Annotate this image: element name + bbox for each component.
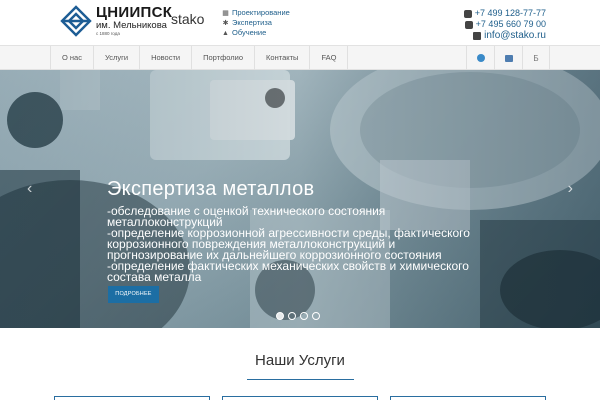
header-contacts: +7 499 128-77-77 +7 495 660 79 00 info@s… (463, 8, 546, 41)
social-behance[interactable]: Б (522, 46, 550, 70)
link-training[interactable]: ▲ Обучение (222, 28, 290, 38)
logo-mark-icon (60, 5, 92, 37)
phone-1[interactable]: +7 499 128-77-77 (463, 8, 546, 19)
behance-icon: Б (533, 53, 539, 63)
social-links: Б (466, 46, 550, 70)
nav-item-services[interactable]: Услуги (94, 46, 141, 70)
slide-line: состава металла (107, 270, 202, 284)
site-header: ЦНИИПСК им. Мельникова с 1880 года stako… (0, 0, 600, 45)
header-links: ▦ Проектирование ✱ Экспертиза ▲ Обучение (222, 8, 290, 38)
phone-2[interactable]: +7 495 660 79 00 (464, 19, 546, 30)
slide-title: Экспертиза металлов (107, 178, 315, 200)
nav-item-contacts[interactable]: Контакты (255, 46, 311, 70)
email-link[interactable]: info@stako.ru (464, 30, 546, 41)
building-icon: ▦ (222, 9, 229, 17)
logo-subtitle: им. Мельникова (96, 20, 167, 31)
nav-item-portfolio[interactable]: Портфолио (192, 46, 256, 70)
phone-icon (463, 9, 472, 18)
main-nav: О нас Услуги Новости Портфолио Контакты … (0, 45, 600, 70)
social-vk[interactable] (494, 46, 522, 70)
hero-slider: ‹ › Экспертиза металлов -обследование с … (0, 70, 600, 328)
link-training-label: Обучение (232, 28, 267, 37)
slider-dot-4[interactable] (312, 312, 320, 320)
graduation-cap-icon: ▲ (222, 29, 229, 37)
nav-item-news[interactable]: Новости (140, 46, 193, 70)
link-design[interactable]: ▦ Проектирование (222, 8, 290, 18)
service-card[interactable] (390, 396, 546, 400)
link-design-label: Проектирование (232, 8, 290, 17)
slider-dots (276, 312, 324, 320)
phone-2-text: +7 495 660 79 00 (475, 19, 546, 29)
nav-item-about[interactable]: О нас (50, 46, 94, 70)
logo-title: ЦНИИПСК (96, 4, 173, 21)
service-card[interactable] (222, 396, 378, 400)
phone-1-text: +7 499 128-77-77 (474, 8, 546, 18)
slide-description: -обследование с оценкой технического сос… (107, 205, 487, 284)
social-telegram[interactable] (466, 46, 494, 70)
slider-prev-arrow[interactable]: ‹ (27, 180, 32, 198)
nav-item-faq[interactable]: FAQ (310, 46, 349, 70)
gear-icon: ✱ (222, 19, 229, 27)
link-expertise[interactable]: ✱ Экспертиза (222, 18, 290, 28)
envelope-icon (473, 31, 482, 40)
slider-dot-1[interactable] (276, 312, 284, 320)
services-heading: Наши Услуги (255, 352, 345, 369)
brand-stako[interactable]: stako (171, 11, 204, 27)
more-button[interactable]: ПОДРОБНЕЕ (108, 286, 159, 303)
logo[interactable]: ЦНИИПСК им. Мельникова с 1880 года (60, 5, 172, 41)
link-expertise-label: Экспертиза (232, 18, 272, 27)
logo-year: с 1880 года (96, 30, 120, 36)
slider-dot-2[interactable] (288, 312, 296, 320)
service-card[interactable] (54, 396, 210, 400)
services-underline (247, 379, 354, 380)
slider-dot-3[interactable] (300, 312, 308, 320)
slider-next-arrow[interactable]: › (568, 180, 573, 198)
vk-icon (504, 54, 513, 62)
email-text: info@stako.ru (484, 30, 546, 41)
telegram-icon (476, 54, 485, 62)
phone-icon (464, 20, 473, 29)
